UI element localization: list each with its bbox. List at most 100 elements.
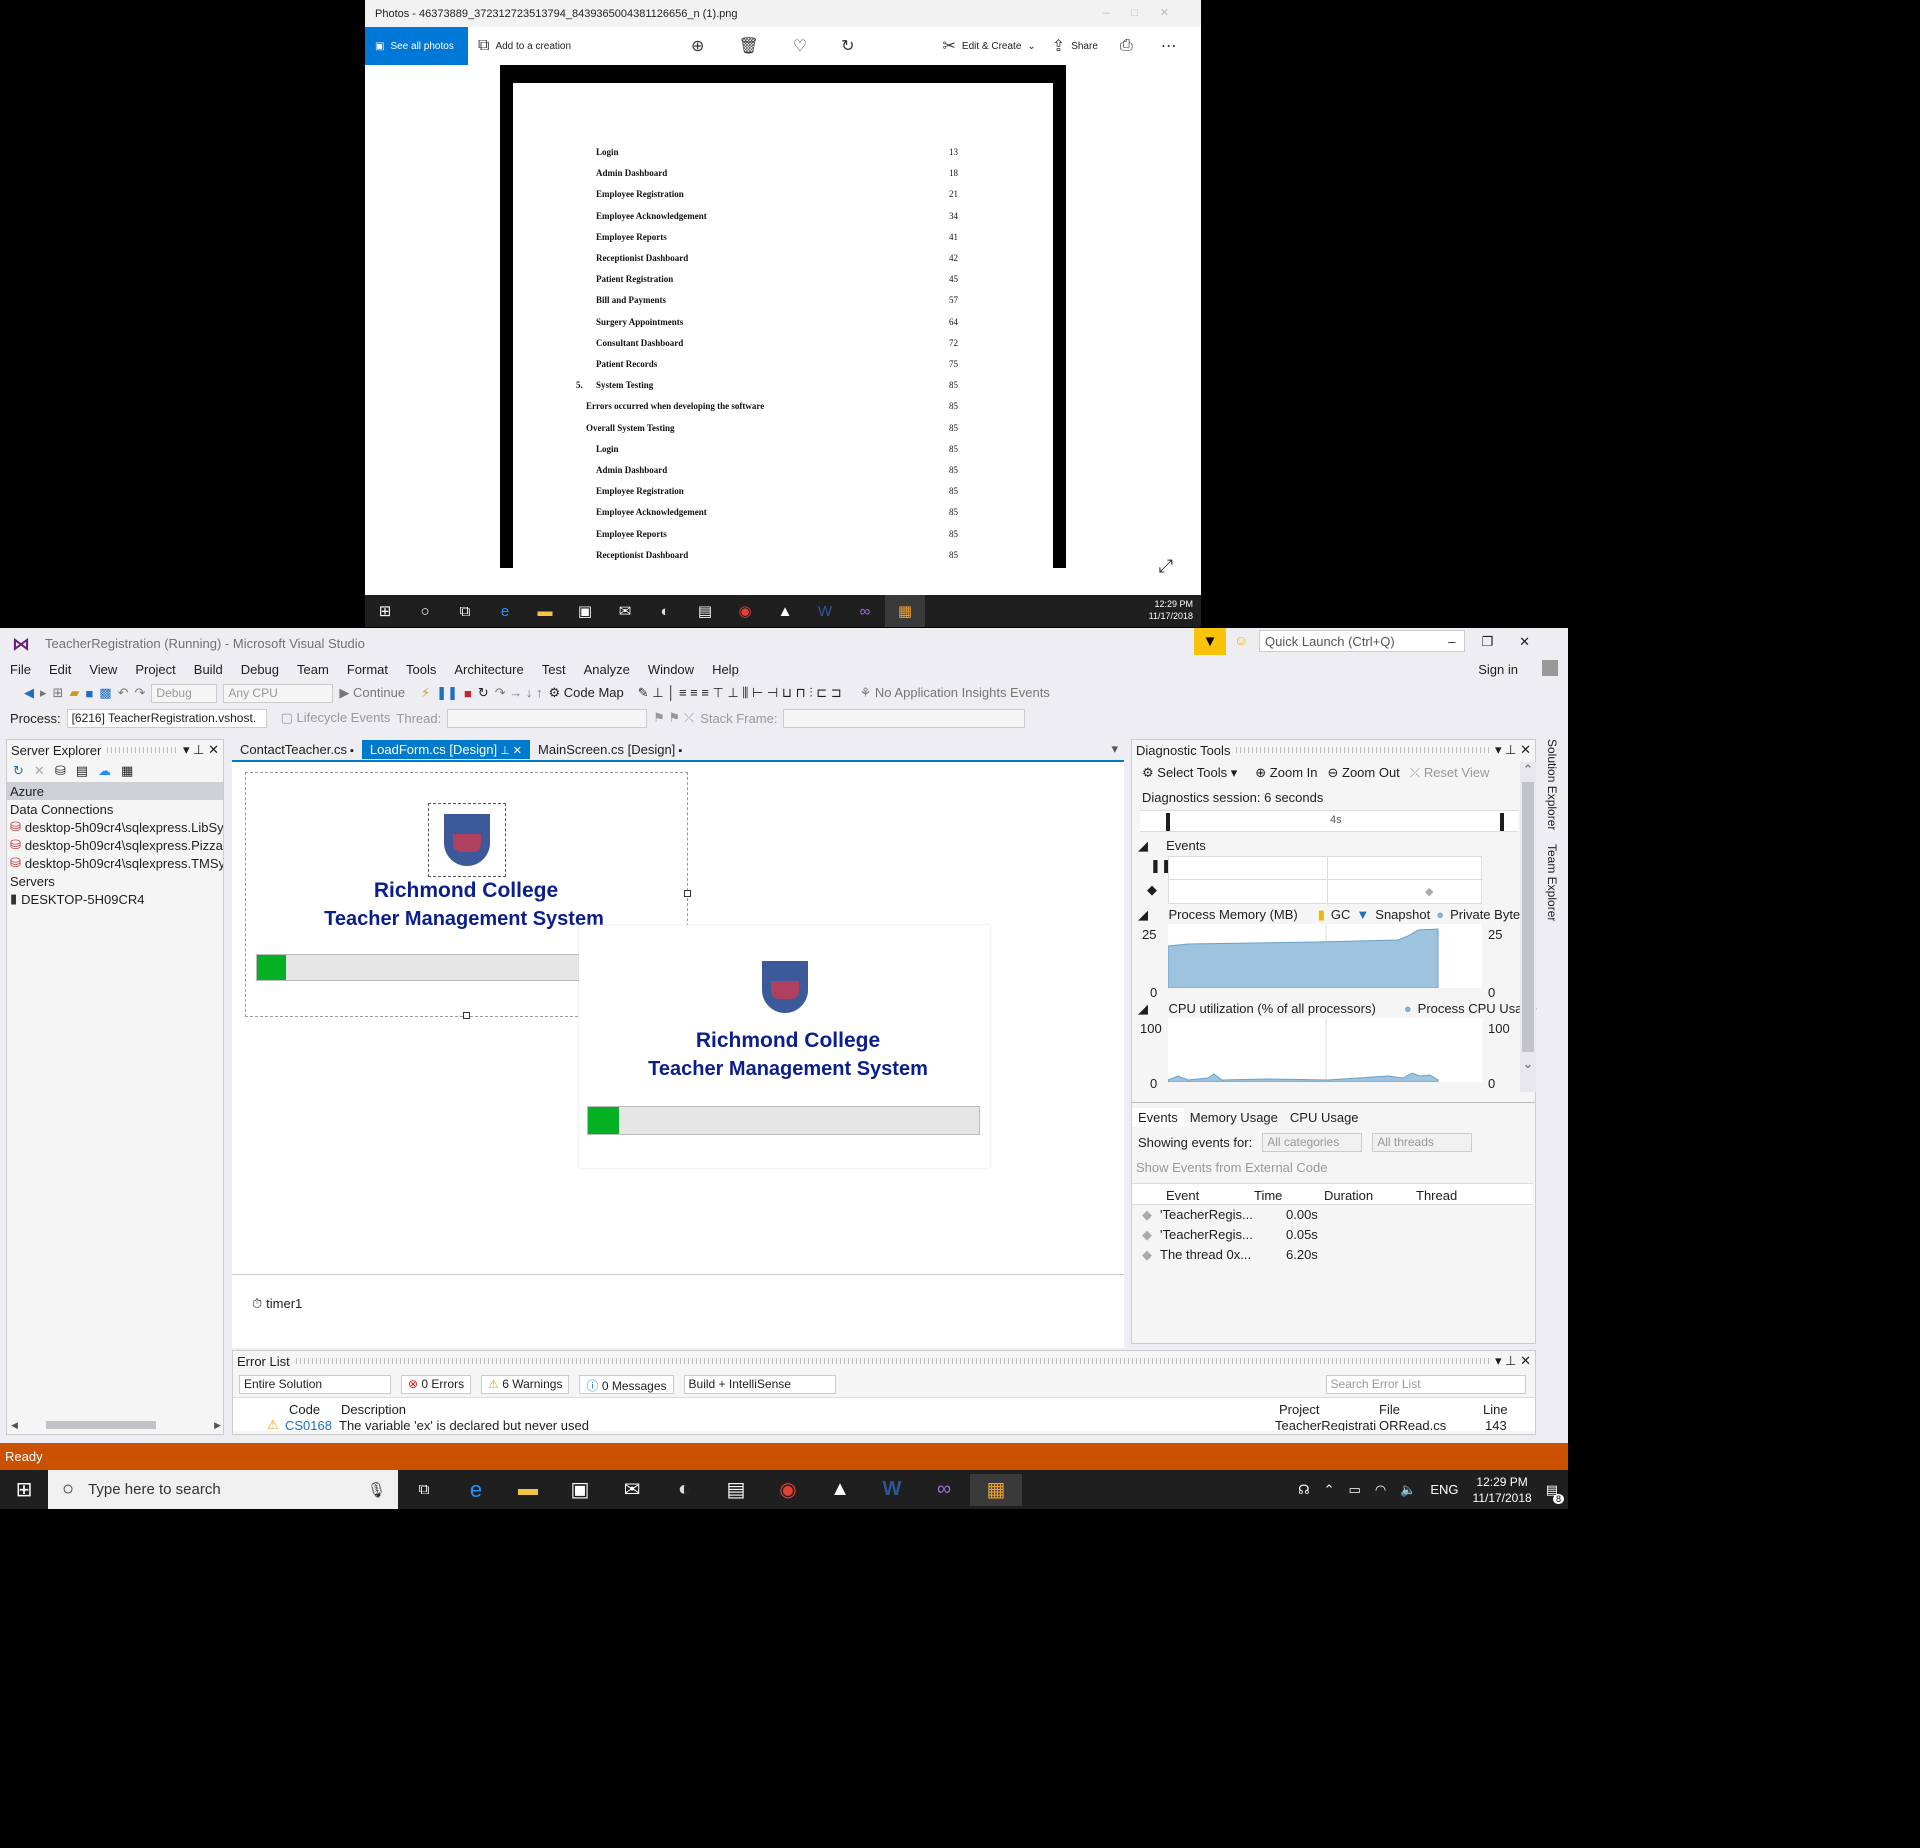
back-icon[interactable]: ◀ [24,685,34,701]
save-icon[interactable]: ■ [85,686,93,701]
properties-icon[interactable]: ▦ [121,763,133,779]
menu-view[interactable]: View [89,662,128,677]
people-icon[interactable]: ☊ [1298,1482,1310,1498]
cortana-icon[interactable]: ○ [405,595,445,627]
stop-refresh-icon[interactable]: ✕ [34,763,45,779]
menu-tools[interactable]: Tools [406,662,447,677]
movies-icon[interactable]: ▤ [685,595,725,627]
connect-azure-icon[interactable]: ☁ [98,763,111,779]
error-code-link[interactable]: CS0168 [285,1419,332,1431]
word-icon[interactable]: W [866,1474,918,1506]
panel-menu-icon[interactable]: ▾ ⊥ ✕ [1495,1353,1531,1369]
file-explorer-icon[interactable]: ▬ [525,595,565,627]
menu-debug[interactable]: Debug [241,662,290,677]
windows-start-icon[interactable]: ⊞ [365,595,405,627]
share-button[interactable]: ⇪ Share [1052,36,1098,56]
warnings-filter-button[interactable]: ⚠ 6 Warnings [481,1374,570,1394]
resize-handle[interactable] [463,1012,470,1019]
edge-icon[interactable]: e [485,595,525,627]
platform-select[interactable]: Any CPU [223,683,334,703]
microphone-icon[interactable]: 🎙 [367,1481,386,1499]
table-row[interactable]: ⚠ CS0168 The variable 'ex' is declared b… [233,1419,1535,1431]
col-code[interactable]: Code [289,1402,320,1417]
lock-icon[interactable]: ▪ [675,745,682,757]
redo-icon[interactable]: ↷ [135,685,146,701]
forward-icon[interactable]: ▸ [40,685,47,701]
zoom-button[interactable]: ⊕ [691,36,704,56]
resize-handle[interactable] [684,890,691,897]
panel-menu-icon[interactable]: ▾ ⊥ ✕ [1495,742,1531,758]
avatar[interactable] [1542,660,1558,676]
favorite-button[interactable]: ♡ [793,36,807,56]
feedback-smile-icon[interactable]: ☺ [1234,632,1248,648]
tray-overflow-icon[interactable]: ⌃ [1324,1482,1335,1498]
scope-select[interactable]: Entire Solution [239,1374,391,1394]
layout-toolbar-icons[interactable]: ✎ ⊥ │ ≡ ≡ ≡ ⊤ ⊥ ⫼ ⊢ ⊣ ⊔ ⊓ ⫶ ⊏ ⊐ [638,685,842,701]
reset-view-button[interactable]: ⤫ Reset View [1410,765,1490,781]
chrome-icon[interactable]: ◉ [725,595,765,627]
visual-studio-icon[interactable]: ∞ [845,595,885,627]
errors-filter-button[interactable]: ⊗ 0 Errors [401,1374,472,1394]
save-all-icon[interactable]: ▩ [99,685,111,701]
battery-icon[interactable]: ▭ [1349,1482,1361,1498]
horizontal-scrollbar[interactable]: ◀ ▶ [11,1418,221,1432]
menu-edit[interactable]: Edit [49,662,82,677]
tab-loadform[interactable]: LoadForm.cs [Design] ⊥ ✕ [361,740,531,759]
messages-filter-button[interactable]: ⓘ 0 Messages [579,1374,674,1394]
zoom-in-button[interactable]: ⊕ Zoom In [1255,765,1317,781]
mail-icon[interactable]: ✉ [606,1474,658,1506]
menu-test[interactable]: Test [542,662,577,677]
tab-mainscreen[interactable]: MainScreen.cs [Design] ▪ [530,740,690,759]
vs-window-controls[interactable]: –❐✕ [1448,634,1556,650]
undo-icon[interactable]: ↶ [118,685,129,701]
tree-item[interactable]: ⛁ desktop-5h09cr4\sqlexpress.PizzaOr [7,836,223,854]
delete-button[interactable]: 🗑 [738,36,758,56]
hot-reload-icon[interactable]: ⚡ [421,685,430,701]
menu-architecture[interactable]: Architecture [454,662,534,677]
tree-item[interactable]: Data Connections [7,800,223,818]
app-running-icon[interactable]: ▦ [970,1473,1022,1506]
photos-window-controls[interactable]: –□✕ [1103,6,1191,19]
close-icon[interactable]: ⊥ ✕ [497,745,522,757]
print-button[interactable]: ⎙ [1120,37,1133,55]
photos-app-icon[interactable]: ▲ [765,595,805,627]
menu-build[interactable]: Build [194,662,234,677]
timeline-ruler[interactable]: 4s [1140,810,1518,832]
diag-subtab[interactable]: Memory Usage [1184,1108,1284,1127]
tab-contactteacher[interactable]: ContactTeacher.cs ▪ [232,740,362,759]
new-project-icon[interactable]: ⊞ [53,685,64,701]
wifi-icon[interactable]: ◠ [1375,1482,1386,1498]
tree-item[interactable]: Azure [7,782,223,800]
table-row[interactable]: ◆ The thread 0x... 6.20s [1132,1247,1533,1267]
menu-window[interactable]: Window [648,662,705,677]
notification-icon[interactable]: ▤ 8 [1546,1482,1564,1504]
thread-select[interactable] [447,708,648,728]
taskbar-clock[interactable]: 12:29 PM 11/17/2018 [1473,1474,1532,1506]
see-all-photos-button[interactable]: ▣ See all photos [365,27,468,65]
process-select[interactable]: [6216] TeacherRegistration.vshost. [66,708,267,728]
add-to-creation-button[interactable]: ⧉ Add to a creation [478,37,571,55]
paint-icon[interactable]: ◐ [658,1474,710,1506]
tree-item[interactable]: ⛁ desktop-5h09cr4\sqlexpress.TMSyste [7,854,223,872]
timer1-component[interactable]: ⏱ timer1 [252,1296,302,1312]
app-running-icon[interactable]: ▦ [885,595,925,627]
events-col[interactable]: Time [1254,1188,1282,1203]
notification-filter-icon[interactable]: ▼ [1194,628,1226,655]
tab-dropdown-icon[interactable]: ▾ [1111,741,1118,757]
build-filter-select[interactable]: Build + IntelliSense [683,1374,836,1394]
edge-icon[interactable]: e [450,1474,502,1506]
category-select[interactable]: All categories [1262,1133,1363,1152]
table-row[interactable]: ◆ 'TeacherRegis... 0.00s [1132,1207,1533,1227]
col-file[interactable]: File [1379,1402,1400,1417]
thread-filter-select[interactable]: All threads [1372,1133,1473,1152]
tree-item[interactable]: ▮ DESKTOP-5H09CR4 [7,890,223,908]
stack-frame-select[interactable] [783,708,1026,728]
menu-format[interactable]: Format [347,662,399,677]
photos-app-icon[interactable]: ▲ [814,1474,866,1506]
connect-database-icon[interactable]: ⛁ [55,763,66,779]
col-line[interactable]: Line [1483,1402,1508,1417]
menu-project[interactable]: Project [135,662,186,677]
college-crest-picturebox[interactable] [428,803,506,877]
menu-file[interactable]: File [10,662,42,677]
windows-start-icon[interactable]: ⊞ [0,1474,48,1506]
